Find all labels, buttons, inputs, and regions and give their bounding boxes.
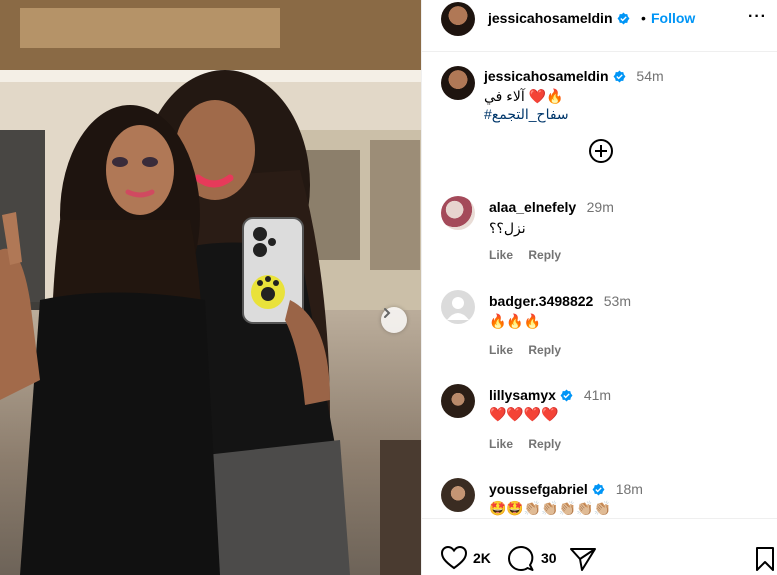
next-photo-button[interactable]: [381, 307, 407, 333]
comment-text: نزل؟؟: [489, 220, 526, 236]
comment-username[interactable]: lillysamyx: [489, 387, 556, 403]
action-bar: 2K 30: [422, 518, 777, 575]
separator-dot: •: [641, 10, 646, 26]
next-arrow-icon: [384, 308, 391, 318]
photo-illustration: [0, 0, 421, 575]
comment-avatar[interactable]: [441, 290, 475, 324]
caption-hashtag[interactable]: #سفاح_التجمع: [484, 106, 569, 122]
add-comment-icon[interactable]: [588, 138, 614, 164]
verified-icon: [592, 483, 605, 496]
comment-time: 18m: [615, 481, 643, 497]
post-photo[interactable]: [0, 0, 421, 575]
comment-like-button[interactable]: Like: [489, 248, 513, 262]
comment-avatar[interactable]: [441, 478, 475, 512]
comment-reply-button[interactable]: Reply: [528, 248, 561, 262]
verified-icon: [613, 70, 626, 83]
comment-avatar[interactable]: [441, 384, 475, 418]
comment-text: 🤩🤩👏🏼👏🏼👏🏼👏🏼👏🏼: [489, 500, 612, 516]
default-avatar-icon: [447, 297, 469, 320]
verified-icon: [617, 12, 630, 25]
comment-time: 41m: [583, 387, 612, 403]
comment-username[interactable]: alaa_elnefely: [489, 199, 576, 215]
comments-count[interactable]: 30: [541, 550, 557, 566]
comment-time: 29m: [586, 199, 614, 215]
comment-like-button[interactable]: Like: [489, 437, 513, 451]
comment-username[interactable]: youssefgabriel: [489, 481, 588, 497]
author-avatar[interactable]: [441, 2, 475, 36]
comment-text: 🔥🔥🔥: [489, 313, 542, 329]
comment-icon[interactable]: [508, 546, 534, 572]
bookmark-icon[interactable]: [755, 546, 775, 572]
verified-icon: [560, 389, 573, 402]
comment-like-button[interactable]: Like: [489, 343, 513, 357]
more-icon[interactable]: ···: [748, 8, 767, 26]
post-header: jessicahosameldin • Follow ···: [422, 0, 777, 52]
caption-text: آلاء في: [484, 88, 525, 104]
comment-reply-button[interactable]: Reply: [528, 437, 561, 451]
comment-time: 53m: [603, 293, 631, 309]
comment-avatar[interactable]: [441, 196, 475, 230]
follow-button[interactable]: Follow: [651, 10, 695, 26]
caption-avatar[interactable]: [441, 66, 475, 100]
caption-time: 54m: [636, 68, 664, 84]
post-side-panel: jessicahosameldin • Follow ··· jessicaho…: [421, 0, 777, 575]
heart-icon[interactable]: [441, 546, 467, 570]
comment-text: ❤️❤️❤️❤️: [489, 406, 559, 422]
comment-reply-button[interactable]: Reply: [528, 343, 561, 357]
share-icon[interactable]: [570, 547, 596, 571]
likes-count[interactable]: 2K: [473, 550, 491, 566]
author-username[interactable]: jessicahosameldin: [488, 10, 613, 26]
caption-username[interactable]: jessicahosameldin: [484, 68, 609, 84]
comment-username[interactable]: badger.3498822: [489, 293, 593, 309]
caption-emojis: ❤️🔥: [528, 88, 564, 104]
